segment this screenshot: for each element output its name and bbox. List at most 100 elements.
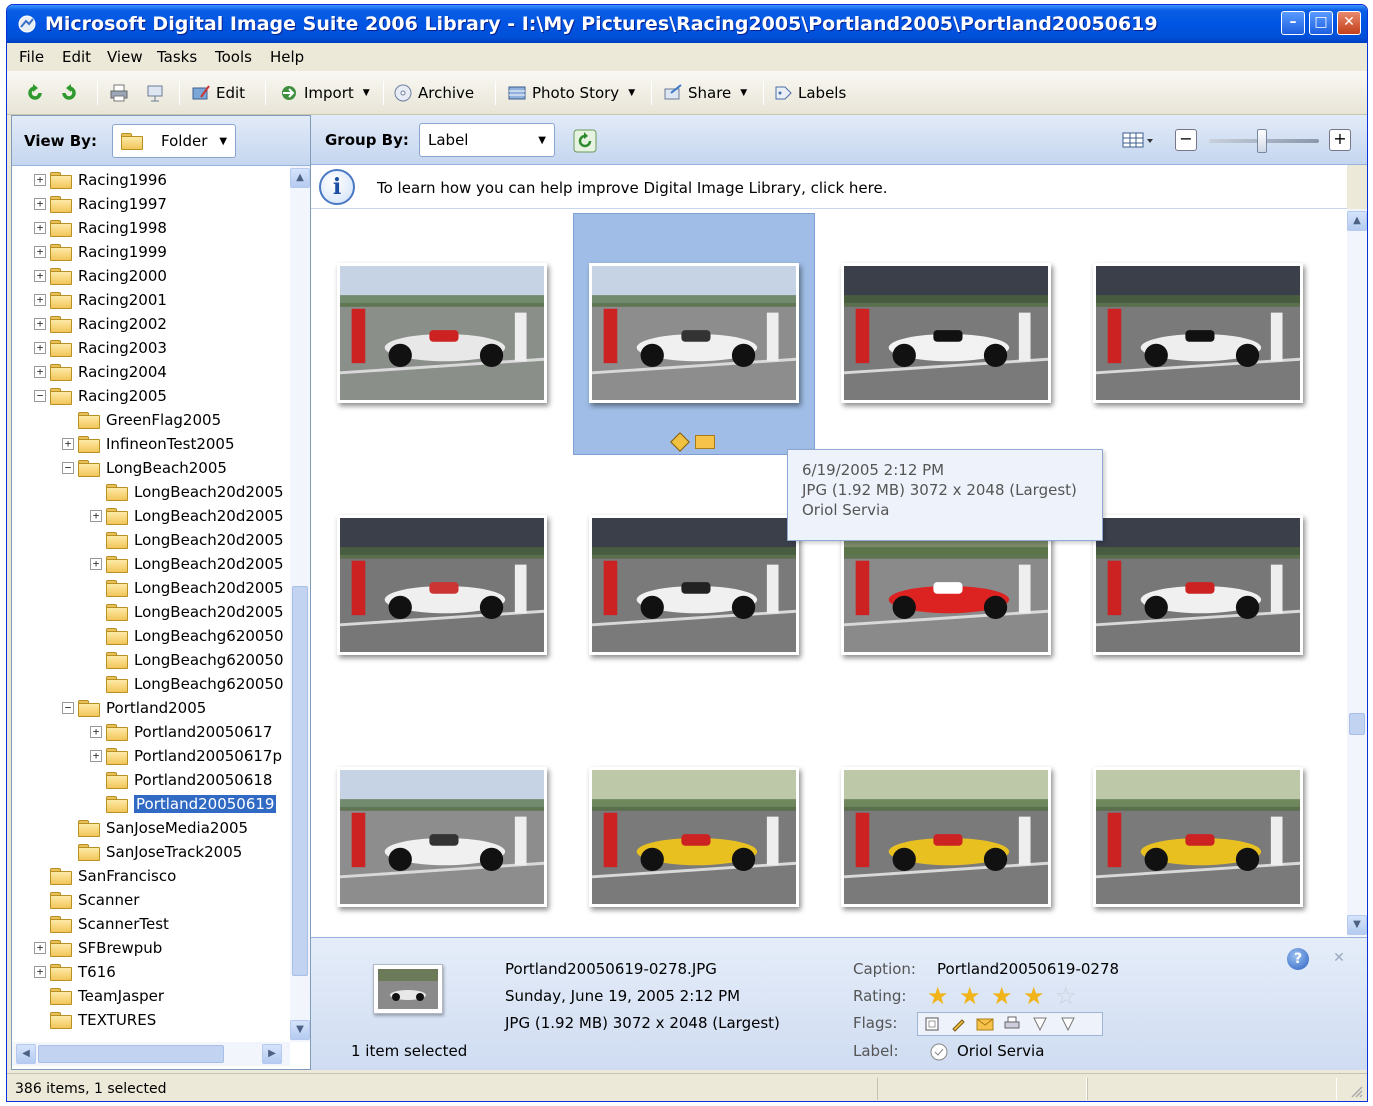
minimize-button[interactable]: –: [1281, 11, 1305, 35]
collapse-icon[interactable]: −: [62, 702, 74, 714]
photo-thumbnail[interactable]: [1093, 767, 1303, 907]
tree-item[interactable]: + Racing2001: [34, 288, 167, 312]
tree-item[interactable]: SanFrancisco: [34, 864, 176, 888]
tree-item[interactable]: LongBeachg620050: [90, 672, 284, 696]
refresh-icon[interactable]: [573, 129, 597, 153]
tree-item[interactable]: + Racing2004: [34, 360, 167, 384]
title-bar[interactable]: Microsoft Digital Image Suite 2006 Libra…: [7, 5, 1367, 43]
scroll-left-button[interactable]: ◀: [16, 1044, 36, 1064]
resize-grip-icon[interactable]: [1349, 1084, 1363, 1098]
expand-icon[interactable]: +: [34, 198, 46, 210]
star-filled-icon[interactable]: ★: [959, 984, 983, 1008]
scroll-down-button[interactable]: ▼: [290, 1020, 310, 1040]
expand-icon[interactable]: +: [34, 174, 46, 186]
tree-item[interactable]: ScannerTest: [34, 912, 169, 936]
maximize-button[interactable]: □: [1309, 11, 1333, 35]
star-filled-icon[interactable]: ★: [1023, 984, 1047, 1008]
photo-thumbnail[interactable]: [589, 263, 799, 403]
import-button[interactable]: Import ▼: [279, 80, 370, 106]
menu-tools[interactable]: Tools: [215, 48, 252, 66]
tree-item[interactable]: + Racing1996: [34, 168, 167, 192]
share-button[interactable]: Share ▼: [663, 80, 747, 106]
close-details-icon[interactable]: ✕: [1329, 948, 1349, 968]
menu-help[interactable]: Help: [270, 48, 304, 66]
tree-item[interactable]: SanJoseMedia2005: [62, 816, 248, 840]
info-bar[interactable]: i To learn how you can help improve Digi…: [311, 165, 1347, 209]
photo-thumbnail[interactable]: [337, 263, 547, 403]
h-scroll-thumb[interactable]: [38, 1045, 224, 1063]
scroll-right-button[interactable]: ▶: [262, 1044, 282, 1064]
tree-item[interactable]: LongBeachg620050: [90, 648, 284, 672]
tree-item[interactable]: LongBeachg620050: [90, 624, 284, 648]
tree-item[interactable]: + Racing1998: [34, 216, 167, 240]
expand-icon[interactable]: +: [90, 726, 102, 738]
photo-thumbnail[interactable]: [1093, 515, 1303, 655]
tree-item[interactable]: + LongBeach20d2005: [90, 552, 284, 576]
tree-vertical-scrollbar[interactable]: ▲ ▼: [290, 166, 310, 1042]
tree-item[interactable]: LongBeach20d2005: [90, 600, 284, 624]
scroll-up-button[interactable]: ▲: [290, 168, 310, 188]
info-message[interactable]: To learn how you can help improve Digita…: [377, 179, 887, 197]
expand-icon[interactable]: +: [90, 510, 102, 522]
scroll-thumb[interactable]: [292, 586, 308, 976]
expand-icon[interactable]: +: [34, 222, 46, 234]
tree-item[interactable]: LongBeach20d2005: [90, 528, 284, 552]
rotate-left-button[interactable]: [25, 80, 45, 106]
photo-thumbnail[interactable]: [1093, 263, 1303, 403]
expand-icon[interactable]: +: [34, 246, 46, 258]
email-flag-icon[interactable]: [976, 1016, 994, 1032]
tree-item[interactable]: + InfineonTest2005: [62, 432, 235, 456]
tree-item[interactable]: GreenFlag2005: [62, 408, 221, 432]
view-by-dropdown[interactable]: Folder ▼: [112, 124, 236, 158]
labels-button[interactable]: Labels: [773, 80, 846, 106]
grid-scroll-down-button[interactable]: ▼: [1347, 915, 1367, 935]
menu-view[interactable]: View: [107, 48, 143, 66]
flag-icon-2[interactable]: [1060, 1016, 1076, 1032]
menu-file[interactable]: File: [19, 48, 44, 66]
expand-icon[interactable]: +: [34, 270, 46, 282]
tree-item[interactable]: + SFBrewpub: [34, 936, 162, 960]
photo-thumbnail[interactable]: [337, 515, 547, 655]
rotate-right-button[interactable]: [59, 80, 79, 106]
zoom-out-button[interactable]: −: [1175, 129, 1197, 151]
zoom-slider-thumb[interactable]: [1257, 129, 1267, 153]
tree-item[interactable]: + Racing1999: [34, 240, 167, 264]
label-value[interactable]: Oriol Servia: [957, 1042, 1044, 1060]
tree-item[interactable]: + Racing2000: [34, 264, 167, 288]
flag-icon[interactable]: [1032, 1016, 1048, 1032]
menu-tasks[interactable]: Tasks: [157, 48, 197, 66]
tree-item[interactable]: + LongBeach20d2005: [90, 504, 284, 528]
tree-item[interactable]: LongBeach20d2005: [90, 480, 284, 504]
frame-flag-icon[interactable]: [924, 1016, 940, 1032]
expand-icon[interactable]: +: [34, 318, 46, 330]
print-button[interactable]: [109, 80, 129, 106]
tree-item[interactable]: + Portland20050617: [90, 720, 272, 744]
expand-icon[interactable]: +: [34, 294, 46, 306]
tree-item[interactable]: + T616: [34, 960, 116, 984]
expand-icon[interactable]: +: [62, 438, 74, 450]
tree-item[interactable]: Portland20050619: [90, 792, 277, 816]
tree-item[interactable]: Scanner: [34, 888, 139, 912]
star-filled-icon[interactable]: ★: [927, 984, 951, 1008]
star-empty-icon[interactable]: ☆: [1055, 984, 1079, 1008]
photo-thumbnail[interactable]: [589, 515, 799, 655]
slideshow-button[interactable]: [145, 80, 165, 106]
photo-thumbnail[interactable]: [337, 767, 547, 907]
tree-item[interactable]: − Portland2005: [62, 696, 206, 720]
expand-icon[interactable]: +: [34, 966, 46, 978]
photo-story-button[interactable]: Photo Story ▼: [507, 80, 635, 106]
tree-item[interactable]: + Portland20050617p: [90, 744, 282, 768]
tree-item[interactable]: − Racing2005: [34, 384, 167, 408]
print-flag-icon[interactable]: [1004, 1016, 1020, 1032]
star-filled-icon[interactable]: ★: [991, 984, 1015, 1008]
collapse-icon[interactable]: −: [34, 390, 46, 402]
archive-button[interactable]: Archive: [393, 80, 474, 106]
tree-item[interactable]: Portland20050618: [90, 768, 272, 792]
close-button[interactable]: ✕: [1337, 11, 1361, 35]
group-by-dropdown[interactable]: Label ▼: [419, 123, 555, 157]
expand-icon[interactable]: +: [34, 342, 46, 354]
photo-thumbnail[interactable]: [589, 767, 799, 907]
tree-item[interactable]: LongBeach20d2005: [90, 576, 284, 600]
edit-button[interactable]: Edit: [191, 80, 245, 106]
expand-icon[interactable]: +: [34, 366, 46, 378]
